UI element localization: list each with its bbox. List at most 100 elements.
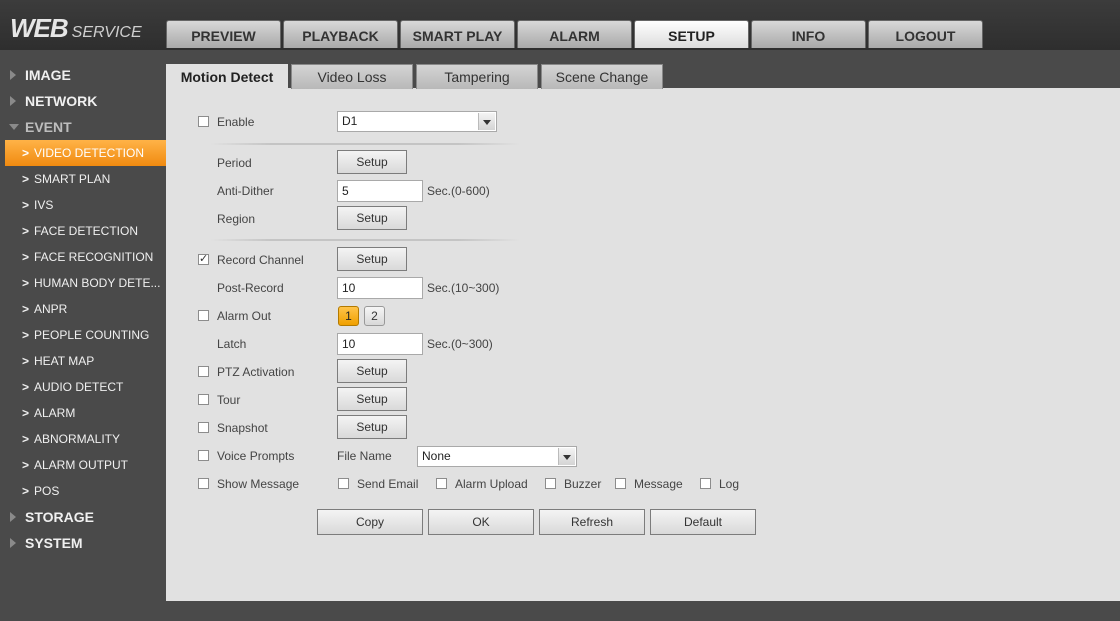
period-setup-button[interactable]: Setup bbox=[337, 150, 407, 174]
sidebar-item-abnormality[interactable]: > ABNORMALITY bbox=[0, 426, 166, 452]
chevron-right-icon: > bbox=[22, 354, 30, 368]
sidebar-item-heat-map[interactable]: > HEAT MAP bbox=[0, 348, 166, 374]
sidebar-item-people-counting[interactable]: > PEOPLE COUNTING bbox=[0, 322, 166, 348]
sidebar-item-system[interactable]: SYSTEM bbox=[0, 530, 166, 556]
sidebar-item-label: ABNORMALITY bbox=[34, 432, 121, 446]
region-setup-button[interactable]: Setup bbox=[337, 206, 407, 230]
ok-button[interactable]: OK bbox=[428, 509, 534, 535]
alarm-out-checkbox[interactable] bbox=[198, 310, 209, 321]
tour-checkbox[interactable] bbox=[198, 394, 209, 405]
sidebar-item-label: AUDIO DETECT bbox=[34, 380, 124, 394]
record-channel-setup-button[interactable]: Setup bbox=[337, 247, 407, 271]
sidebar-item-event[interactable]: EVENT bbox=[0, 114, 166, 140]
sidebar-item-label: VIDEO DETECTION bbox=[34, 146, 145, 160]
tab-scene-change[interactable]: Scene Change bbox=[541, 64, 663, 89]
buzzer-checkbox[interactable] bbox=[545, 478, 556, 489]
voice-prompts-checkbox[interactable] bbox=[198, 450, 209, 461]
sidebar-item-label: EVENT bbox=[25, 119, 72, 135]
tab-alarm[interactable]: ALARM bbox=[517, 20, 632, 48]
sidebar-item-label: HEAT MAP bbox=[34, 354, 95, 368]
sidebar-item-alarm-output[interactable]: > ALARM OUTPUT bbox=[0, 452, 166, 478]
sidebar-item-audio-detect[interactable]: > AUDIO DETECT bbox=[0, 374, 166, 400]
chevron-right-icon: > bbox=[22, 380, 30, 394]
sidebar-item-label: ALARM bbox=[34, 406, 76, 420]
tab-logout[interactable]: LOGOUT bbox=[868, 20, 983, 48]
expand-arrow-icon bbox=[10, 96, 16, 106]
region-label: Region bbox=[217, 212, 256, 226]
separator bbox=[210, 239, 520, 241]
sidebar-item-label: ANPR bbox=[34, 302, 68, 316]
latch-unit: Sec.(0~300) bbox=[427, 337, 493, 351]
sidebar: IMAGE NETWORK EVENT > VIDEO DETECTION > SM… bbox=[0, 62, 166, 556]
brand-main: WEB bbox=[10, 13, 69, 43]
file-name-label: File Name bbox=[337, 449, 392, 463]
snapshot-setup-button[interactable]: Setup bbox=[337, 415, 407, 439]
show-message-label: Show Message bbox=[217, 477, 300, 491]
tab-video-loss[interactable]: Video Loss bbox=[291, 64, 413, 89]
log-checkbox[interactable] bbox=[700, 478, 711, 489]
tab-tampering[interactable]: Tampering bbox=[416, 64, 538, 89]
tab-motion-detect[interactable]: Motion Detect bbox=[166, 64, 288, 89]
bottom-bar bbox=[166, 601, 1120, 621]
ptz-activation-checkbox[interactable] bbox=[198, 366, 209, 377]
send-email-checkbox[interactable] bbox=[338, 478, 349, 489]
default-button[interactable]: Default bbox=[650, 509, 756, 535]
record-channel-checkbox[interactable]: ✓ bbox=[198, 254, 209, 265]
expand-arrow-icon bbox=[10, 538, 16, 548]
show-message-checkbox[interactable] bbox=[198, 478, 209, 489]
message-label: Message bbox=[634, 477, 683, 491]
post-record-unit: Sec.(10~300) bbox=[427, 281, 500, 295]
sidebar-item-video-detection[interactable]: > VIDEO DETECTION bbox=[5, 140, 166, 166]
enable-checkbox[interactable] bbox=[198, 116, 209, 127]
sidebar-item-label: HUMAN BODY DETE... bbox=[34, 276, 161, 290]
alarm-out-2-button[interactable]: 2 bbox=[364, 306, 385, 326]
expand-arrow-icon bbox=[10, 70, 16, 80]
sidebar-item-image[interactable]: IMAGE bbox=[0, 62, 166, 88]
file-name-select[interactable]: None bbox=[417, 446, 577, 467]
tab-playback[interactable]: PLAYBACK bbox=[283, 20, 398, 48]
alarm-out-1-button[interactable]: 1 bbox=[338, 306, 359, 326]
chevron-down-icon[interactable] bbox=[478, 113, 495, 130]
sidebar-item-pos[interactable]: > POS bbox=[0, 478, 166, 504]
chevron-right-icon: > bbox=[22, 250, 30, 264]
sidebar-item-label: PEOPLE COUNTING bbox=[34, 328, 150, 342]
sidebar-item-smart-plan[interactable]: > SMART PLAN bbox=[0, 166, 166, 192]
expand-arrow-icon bbox=[10, 512, 16, 522]
tab-info[interactable]: INFO bbox=[751, 20, 866, 48]
sidebar-item-face-recognition[interactable]: > FACE RECOGNITION bbox=[0, 244, 166, 270]
tab-smart-play[interactable]: SMART PLAY bbox=[400, 20, 515, 48]
sidebar-item-label: IVS bbox=[34, 198, 54, 212]
latch-label: Latch bbox=[217, 337, 247, 351]
sidebar-item-anpr[interactable]: > ANPR bbox=[0, 296, 166, 322]
snapshot-checkbox[interactable] bbox=[198, 422, 209, 433]
alarm-upload-checkbox[interactable] bbox=[436, 478, 447, 489]
refresh-button[interactable]: Refresh bbox=[539, 509, 645, 535]
post-record-input[interactable]: 10 bbox=[337, 277, 423, 299]
copy-button[interactable]: Copy bbox=[317, 509, 423, 535]
message-checkbox[interactable] bbox=[615, 478, 626, 489]
sidebar-item-alarm[interactable]: > ALARM bbox=[0, 400, 166, 426]
sidebar-item-face-detection[interactable]: > FACE DETECTION bbox=[0, 218, 166, 244]
log-label: Log bbox=[719, 477, 740, 491]
sidebar-item-label: SMART PLAN bbox=[34, 172, 111, 186]
chevron-right-icon: > bbox=[22, 432, 30, 446]
sidebar-item-label: FACE DETECTION bbox=[34, 224, 139, 238]
channel-select[interactable]: D1 bbox=[337, 111, 497, 132]
sidebar-item-label: STORAGE bbox=[25, 509, 94, 525]
latch-input[interactable]: 10 bbox=[337, 333, 423, 355]
send-email-label: Send Email bbox=[357, 477, 419, 491]
tab-setup[interactable]: SETUP bbox=[634, 20, 749, 48]
anti-dither-input[interactable]: 5 bbox=[337, 180, 423, 202]
sidebar-item-label: FACE RECOGNITION bbox=[34, 250, 154, 264]
tab-preview[interactable]: PREVIEW bbox=[166, 20, 281, 48]
channel-select-value: D1 bbox=[342, 114, 358, 128]
snapshot-label: Snapshot bbox=[217, 421, 268, 435]
brand-sub: SERVICE bbox=[71, 24, 142, 41]
sidebar-item-human-body-detection[interactable]: > HUMAN BODY DETE... bbox=[0, 270, 166, 296]
chevron-down-icon[interactable] bbox=[558, 448, 575, 465]
tour-setup-button[interactable]: Setup bbox=[337, 387, 407, 411]
ptz-setup-button[interactable]: Setup bbox=[337, 359, 407, 383]
sidebar-item-network[interactable]: NETWORK bbox=[0, 88, 166, 114]
sidebar-item-ivs[interactable]: > IVS bbox=[0, 192, 166, 218]
sidebar-item-storage[interactable]: STORAGE bbox=[0, 504, 166, 530]
